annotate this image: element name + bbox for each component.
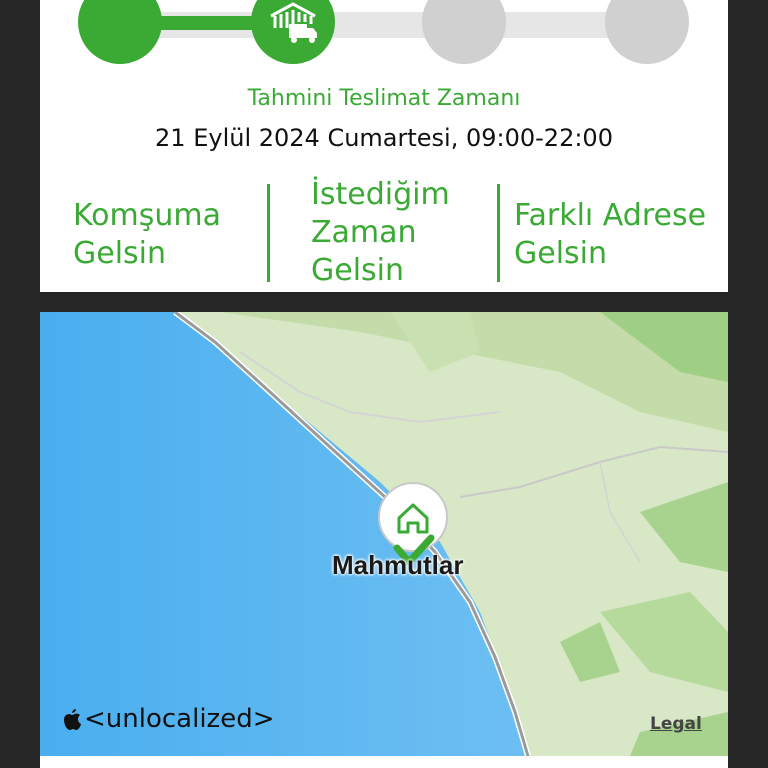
eta-value: 21 Eylül 2024 Cumartesi, 09:00-22:00 [155,124,613,152]
delivery-map[interactable]: Mahmutlar <unlocalized> Legal [40,312,728,756]
option-divider [267,184,270,282]
deliver-scheduled-option[interactable]: İstediğim Zaman Gelsin [311,176,501,290]
deliver-to-neighbor-option[interactable]: Komşuma Gelsin [73,197,273,273]
step-out-for-delivery [422,0,506,64]
attribution-text: <unlocalized> [84,704,275,734]
eta-label: Tahmini Teslimat Zamanı [247,86,521,111]
delivery-progress-tracker [40,0,728,72]
warehouse-truck-icon [270,2,317,43]
delivery-card: Tahmini Teslimat Zamanı 21 Eylül 2024 Cu… [40,0,728,292]
step-order-received [78,0,162,64]
step-shipped [251,0,335,64]
step-delivered [605,0,689,64]
map-place-label: Mahmutlar [332,550,464,580]
map-attribution: <unlocalized> [62,704,274,734]
deliver-other-address-option[interactable]: Farklı Adrese Gelsin [514,197,728,273]
option-divider [497,184,500,282]
bottom-sheet-edge [40,756,728,768]
map-legal-link[interactable]: Legal [650,714,702,734]
apple-icon [64,709,81,730]
